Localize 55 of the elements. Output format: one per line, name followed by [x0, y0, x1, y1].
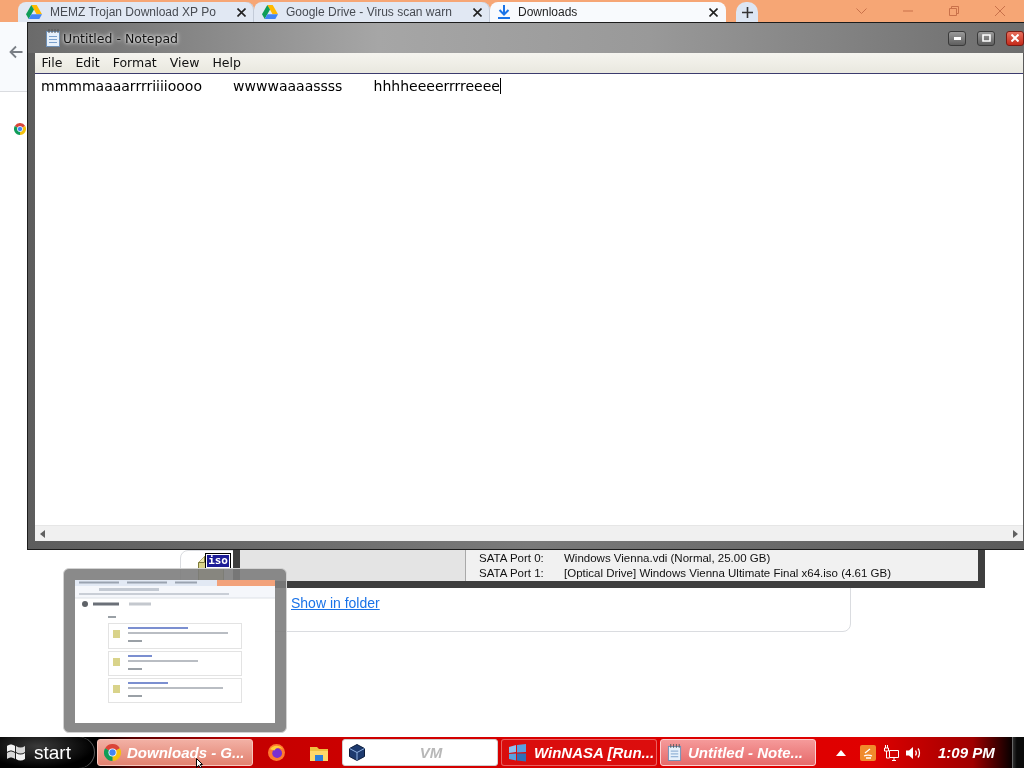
taskbar-button[interactable]: WinNASA [Run...	[501, 739, 657, 766]
window-title: Untitled - Notepad	[63, 30, 179, 46]
download-icon	[498, 5, 510, 19]
editor-text: mmmmaaaarrrriiiioooo wwwwaaaassss hhhheeeerrrreeee	[41, 78, 500, 95]
tray-app-icon[interactable]	[860, 744, 876, 761]
volume-icon[interactable]	[906, 745, 922, 760]
notepad-icon	[667, 744, 682, 761]
mouse-pointer-icon	[196, 758, 203, 768]
minimize-button[interactable]	[948, 30, 966, 46]
network-icon[interactable]	[883, 744, 899, 761]
triangle-logo-icon	[262, 5, 278, 19]
text-caret-icon	[499, 78, 501, 94]
back-arrow-icon[interactable]	[9, 45, 23, 59]
browser-tab[interactable]: Google Drive - Virus scan warn	[254, 2, 490, 22]
menu-item[interactable]: View	[163, 53, 206, 73]
minimize-icon	[953, 36, 961, 40]
flag-logo-icon	[6, 743, 26, 762]
scroll-right-icon[interactable]	[1013, 529, 1018, 538]
detail-value: [Optical Drive] Windows Vienna Ultimate Final x64.iso (4.61 GB)	[564, 566, 893, 581]
menu-item[interactable]: File	[35, 53, 69, 73]
file-type-badge: iso	[206, 554, 230, 568]
maximize-button[interactable]	[977, 30, 995, 46]
start-button[interactable]: start	[0, 737, 95, 768]
ring-logo-icon	[14, 123, 26, 135]
show-in-folder-link[interactable]: Show in folder	[291, 595, 380, 611]
scroll-left-icon[interactable]	[40, 529, 45, 538]
menu-item[interactable]: Format	[106, 53, 164, 73]
close-button[interactable]	[1006, 30, 1024, 46]
notepad-icon	[45, 29, 61, 47]
caret-up-icon[interactable]	[836, 749, 846, 756]
menu-item[interactable]: Edit	[68, 53, 107, 73]
browser-tab[interactable]: Downloads	[490, 2, 726, 22]
window-tiles-icon	[508, 743, 528, 762]
new-tab-button[interactable]	[736, 2, 758, 22]
menu-item[interactable]: Help	[205, 53, 248, 73]
detail-value: Windows Vienna.vdi (Normal, 25.00 GB)	[564, 551, 772, 566]
close-icon[interactable]	[473, 7, 482, 17]
cube-icon	[349, 744, 365, 761]
horizontal-scrollbar[interactable]	[35, 525, 1023, 541]
maximize-icon	[981, 34, 991, 42]
detail-label: SATA Port 1:	[479, 566, 545, 581]
folder-icon	[310, 744, 328, 761]
close-icon[interactable]	[237, 7, 246, 17]
triangle-logo-icon	[26, 5, 42, 19]
text-editor-field[interactable]: mmmmaaaarrrriiiioooo wwwwaaaassss hhhheeeerrrreeee	[35, 74, 1023, 525]
detail-label: SATA Port 0:	[479, 551, 545, 566]
browser-tab[interactable]: MEMZ Trojan Download XP Po	[18, 2, 254, 22]
plus-icon	[741, 6, 753, 18]
clock[interactable]: 1:09 PM	[938, 744, 995, 761]
window-preview-popup[interactable]	[63, 568, 287, 733]
close-icon	[1011, 34, 1019, 42]
ring-logo-icon	[104, 744, 121, 761]
globe-logo-icon	[267, 744, 285, 761]
close-icon[interactable]	[709, 7, 718, 17]
show-desktop-button[interactable]	[1012, 737, 1024, 768]
